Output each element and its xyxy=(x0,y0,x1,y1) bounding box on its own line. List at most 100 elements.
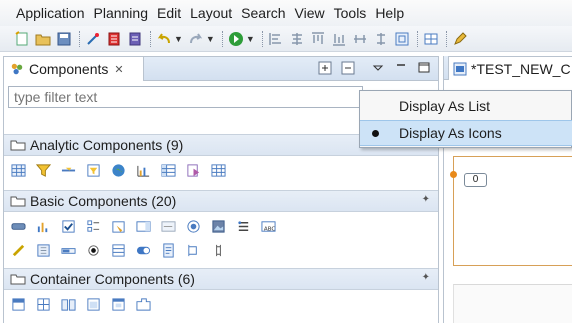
analytic-components-row xyxy=(10,160,235,180)
close-icon[interactable]: ✕ xyxy=(114,63,123,76)
menu-item-display-as-icons[interactable]: Display As Icons xyxy=(360,120,572,146)
checkbox-group-icon[interactable] xyxy=(85,218,101,234)
menu-view[interactable]: View xyxy=(295,5,325,21)
menu-item-label: Display As Icons xyxy=(399,125,502,141)
filter-panel-icon[interactable] xyxy=(85,162,101,178)
chart-bar-icon[interactable] xyxy=(35,218,51,234)
toggle-icon[interactable] xyxy=(135,242,151,258)
tab-components-label: Components xyxy=(29,61,109,77)
distribute-vertical-icon[interactable] xyxy=(373,31,389,47)
table-icon[interactable] xyxy=(10,162,26,178)
pin-icon[interactable]: ✦ xyxy=(422,272,430,283)
grid-layout-icon[interactable] xyxy=(35,296,51,312)
crosstab-icon[interactable] xyxy=(160,162,176,178)
progress-bar-icon[interactable] xyxy=(60,242,76,258)
filter-input[interactable] xyxy=(8,86,363,108)
filter-line-icon[interactable] xyxy=(60,162,76,178)
chart-icon[interactable] xyxy=(135,162,151,178)
input-field-icon[interactable]: ABC xyxy=(260,218,276,234)
menu-layout[interactable]: Layout xyxy=(190,5,232,21)
dimension-filter-icon[interactable] xyxy=(185,162,201,178)
checkbox-icon[interactable] xyxy=(60,218,76,234)
toolbar-separator xyxy=(416,30,418,47)
design-canvas[interactable]: 0 xyxy=(450,156,572,266)
align-top-icon[interactable] xyxy=(310,31,326,47)
align-left-icon[interactable] xyxy=(268,31,284,47)
menu-edit[interactable]: Edit xyxy=(157,5,181,21)
pager-icon[interactable] xyxy=(210,242,226,258)
text-icon[interactable] xyxy=(160,242,176,258)
folder-icon xyxy=(10,274,26,285)
align-bottom-icon[interactable] xyxy=(331,31,347,47)
toolbar-separator xyxy=(221,30,223,47)
text-field-icon[interactable] xyxy=(160,218,176,234)
canvas-widget[interactable]: 0 xyxy=(464,173,487,187)
section-basic-components[interactable]: Basic Components (20) ✦ xyxy=(4,190,438,212)
menubar: Application Planning Edit Layout Search … xyxy=(0,0,572,26)
icon-component-icon[interactable] xyxy=(185,218,201,234)
toolbar-separator xyxy=(445,30,447,47)
chevron-down-icon[interactable]: ▼ xyxy=(206,34,215,44)
clipboard-icon[interactable] xyxy=(127,31,143,47)
wand-icon[interactable] xyxy=(85,31,101,47)
grid-icon[interactable] xyxy=(423,31,439,47)
maximize-icon[interactable] xyxy=(416,60,432,76)
menu-item-display-as-list[interactable]: Display As List xyxy=(360,93,572,119)
selected-bullet-icon xyxy=(372,130,379,137)
resize-handle[interactable] xyxy=(450,171,457,178)
section-label: Analytic Components (9) xyxy=(30,137,184,153)
menu-tools[interactable]: Tools xyxy=(334,5,367,21)
distribute-horizontal-icon[interactable] xyxy=(352,31,368,47)
popup-icon[interactable] xyxy=(110,296,126,312)
menu-help[interactable]: Help xyxy=(375,5,404,21)
adaptive-layout-icon[interactable] xyxy=(10,296,26,312)
link-icon[interactable] xyxy=(10,242,26,258)
pencil-icon[interactable] xyxy=(452,31,468,47)
chevron-down-icon[interactable]: ▼ xyxy=(246,34,255,44)
section-label: Container Components (6) xyxy=(30,271,195,287)
filter-funnel-icon[interactable] xyxy=(35,162,51,178)
tab-test-new[interactable]: *TEST_NEW_C xyxy=(448,56,572,80)
button-icon[interactable] xyxy=(10,218,26,234)
toolbar-separator xyxy=(150,30,151,47)
open-folder-icon[interactable] xyxy=(35,31,51,47)
grid-icon[interactable] xyxy=(210,162,226,178)
expand-all-icon[interactable] xyxy=(317,60,333,76)
undo-icon[interactable] xyxy=(156,31,172,47)
folder-icon xyxy=(10,140,26,151)
menu-item-label: Display As List xyxy=(399,98,491,114)
pin-icon[interactable]: ✦ xyxy=(422,194,430,205)
new-icon[interactable] xyxy=(14,30,30,47)
pagebook-icon[interactable] xyxy=(60,296,76,312)
tab-components[interactable]: Components ✕ xyxy=(4,57,144,81)
design-canvas-lower[interactable] xyxy=(453,284,572,323)
menu-search[interactable]: Search xyxy=(241,5,285,21)
save-icon[interactable] xyxy=(56,31,72,47)
collapse-all-icon[interactable] xyxy=(340,60,356,76)
globe-icon[interactable] xyxy=(110,162,126,178)
redo-icon[interactable] xyxy=(188,31,204,47)
menu-planning[interactable]: Planning xyxy=(94,5,149,21)
chevron-down-icon[interactable]: ▼ xyxy=(174,34,183,44)
view-menu-icon[interactable] xyxy=(370,60,386,76)
panel-icon[interactable] xyxy=(35,242,51,258)
toolbar-separator xyxy=(79,30,80,47)
menu-application[interactable]: Application xyxy=(16,5,85,21)
dropdown-icon[interactable] xyxy=(135,218,151,234)
tabstrip-icon[interactable] xyxy=(135,296,151,312)
align-center-icon[interactable] xyxy=(289,31,305,47)
section-label: Basic Components (20) xyxy=(30,193,177,209)
document-icon[interactable] xyxy=(106,31,122,47)
run-icon[interactable] xyxy=(228,31,244,47)
spacer-icon[interactable] xyxy=(185,242,201,258)
date-field-icon[interactable] xyxy=(110,218,126,234)
image-icon[interactable] xyxy=(210,218,226,234)
scorecard-icon[interactable] xyxy=(110,242,126,258)
panel-container-icon[interactable] xyxy=(85,296,101,312)
section-container-components[interactable]: Container Components (6) ✦ xyxy=(4,268,438,290)
fit-icon[interactable] xyxy=(394,31,410,47)
minimize-icon[interactable] xyxy=(393,60,409,76)
basic-components-row-1: ABC xyxy=(10,216,285,236)
radio-button-icon[interactable] xyxy=(85,242,101,258)
list-box-icon[interactable] xyxy=(235,218,251,234)
